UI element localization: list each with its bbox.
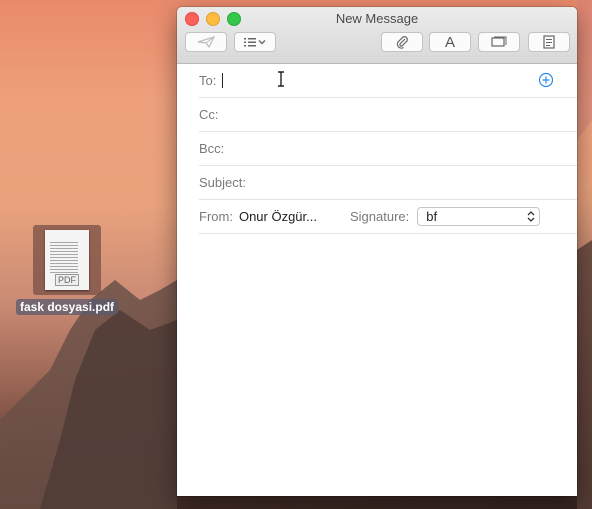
stationery-icon bbox=[543, 35, 555, 49]
signature-label: Signature: bbox=[350, 209, 410, 224]
photo-browser-button[interactable] bbox=[478, 32, 520, 52]
text-cursor bbox=[222, 73, 224, 88]
format-button[interactable]: A bbox=[429, 32, 471, 52]
signature-value: bf bbox=[426, 209, 438, 224]
file-name-label: fask dosyasi.pdf bbox=[15, 299, 119, 315]
desktop-file-pdf[interactable]: PDF fask dosyasi.pdf bbox=[12, 225, 122, 316]
photo-browser-icon bbox=[491, 36, 507, 47]
new-message-window: New Message A To: Cc: Bcc: Subject: From… bbox=[177, 7, 577, 496]
to-label: To: bbox=[199, 73, 217, 88]
bcc-label: Bcc: bbox=[199, 141, 225, 156]
to-field-row[interactable]: To: bbox=[199, 64, 577, 98]
header-fields-button[interactable] bbox=[234, 32, 276, 52]
list-chevron-icon bbox=[244, 38, 266, 47]
attach-button[interactable] bbox=[381, 32, 423, 52]
add-contact-button[interactable] bbox=[538, 72, 554, 88]
file-thumbnail: PDF bbox=[33, 225, 101, 295]
cc-label: Cc: bbox=[199, 107, 219, 122]
send-button[interactable] bbox=[185, 32, 227, 52]
subject-label: Subject: bbox=[199, 175, 246, 190]
ibeam-cursor-icon bbox=[278, 71, 284, 87]
stationery-button[interactable] bbox=[528, 32, 570, 52]
title-bar[interactable]: New Message A bbox=[177, 7, 577, 64]
pdf-document-icon: PDF bbox=[45, 230, 89, 290]
window-title: New Message bbox=[335, 11, 419, 26]
updown-chevron-icon bbox=[527, 211, 535, 222]
message-body[interactable] bbox=[177, 229, 577, 496]
pdf-badge: PDF bbox=[55, 274, 79, 286]
paperclip-icon bbox=[396, 36, 408, 49]
from-label: From: bbox=[199, 209, 233, 224]
cc-field-row[interactable]: Cc: bbox=[199, 98, 577, 132]
bcc-field-row[interactable]: Bcc: bbox=[199, 132, 577, 166]
subject-field-row[interactable]: Subject: bbox=[199, 166, 577, 200]
paper-plane-icon bbox=[197, 36, 215, 48]
compose-header-fields: To: Cc: Bcc: Subject: From: Onur Özgür..… bbox=[177, 64, 577, 234]
signature-select[interactable]: bf bbox=[417, 207, 541, 226]
from-account-select[interactable]: Onur Özgür... bbox=[239, 209, 317, 224]
